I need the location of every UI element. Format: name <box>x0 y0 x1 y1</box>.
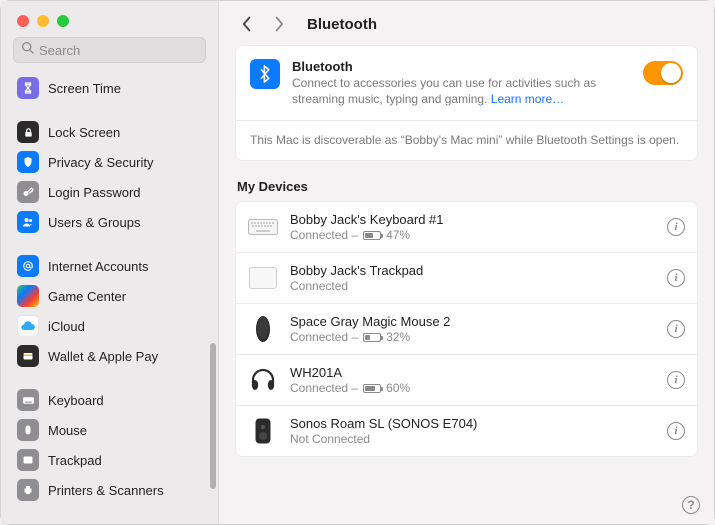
device-name: WH201A <box>290 365 655 380</box>
lock-icon <box>17 121 39 143</box>
hourglass-icon <box>17 77 39 99</box>
battery-icon <box>363 333 381 342</box>
hand-icon <box>17 151 39 173</box>
sidebar-item-label: Wallet & Apple Pay <box>48 349 158 364</box>
sidebar-item-icloud[interactable]: iCloud <box>11 311 208 341</box>
wallet-icon <box>17 345 39 367</box>
fullscreen-window-button[interactable] <box>57 15 69 27</box>
sidebar-item-label: Mouse <box>48 423 87 438</box>
device-name: Bobby Jack's Trackpad <box>290 263 655 278</box>
search-input[interactable] <box>39 43 198 58</box>
sidebar-item-privacy-security[interactable]: Privacy & Security <box>11 147 208 177</box>
sidebar-item-internet-accounts[interactable]: Internet Accounts <box>11 251 208 281</box>
minimize-window-button[interactable] <box>37 15 49 27</box>
close-window-button[interactable] <box>17 15 29 27</box>
sidebar-item-mouse[interactable]: Mouse <box>11 415 208 445</box>
sidebar-scrollbar[interactable] <box>210 343 216 489</box>
bluetooth-panel: Bluetooth Connect to accessories you can… <box>235 45 698 161</box>
sidebar-list[interactable]: Screen Time Lock Screen Privacy & Securi… <box>1 71 218 524</box>
help-button[interactable]: ? <box>682 496 700 514</box>
device-row[interactable]: Sonos Roam SL (SONOS E704) Not Connected… <box>236 406 697 456</box>
headphones-device-icon <box>248 365 278 395</box>
sidebar-item-trackpad[interactable]: Trackpad <box>11 445 208 475</box>
main-content: Bluetooth Bluetooth Connect to accessori… <box>219 1 714 524</box>
sidebar-item-users-groups[interactable]: Users & Groups <box>11 207 208 237</box>
sidebar-item-game-center[interactable]: Game Center <box>11 281 208 311</box>
speaker-device-icon <box>248 416 278 446</box>
sidebar-item-label: iCloud <box>48 319 85 334</box>
battery-icon <box>363 231 381 240</box>
window-controls <box>1 1 218 37</box>
sidebar-item-login-password[interactable]: Login Password <box>11 177 208 207</box>
at-icon <box>17 255 39 277</box>
sidebar-item-label: Printers & Scanners <box>48 483 164 498</box>
device-name: Space Gray Magic Mouse 2 <box>290 314 655 329</box>
device-info-button[interactable]: i <box>667 371 685 389</box>
device-status: Connected – 47% <box>290 228 655 242</box>
device-info-button[interactable]: i <box>667 218 685 236</box>
bluetooth-title: Bluetooth <box>292 59 631 74</box>
people-icon <box>17 211 39 233</box>
sidebar-item-label: Keyboard <box>48 393 104 408</box>
sidebar-item-label: Login Password <box>48 185 141 200</box>
sidebar-item-lock-screen[interactable]: Lock Screen <box>11 117 208 147</box>
device-status: Connected <box>290 279 655 293</box>
key-icon <box>17 181 39 203</box>
device-row[interactable]: Bobby Jack's Keyboard #1 Connected – 47%… <box>236 202 697 253</box>
battery-icon <box>363 384 381 393</box>
sidebar: Screen Time Lock Screen Privacy & Securi… <box>1 1 219 524</box>
device-info-button[interactable]: i <box>667 422 685 440</box>
bluetooth-toggle[interactable] <box>643 61 683 85</box>
header-bar: Bluetooth <box>219 1 714 45</box>
mouse-icon <box>17 419 39 441</box>
search-icon <box>21 41 34 59</box>
device-row[interactable]: WH201A Connected – 60% i <box>236 355 697 406</box>
device-info-button[interactable]: i <box>667 320 685 338</box>
cloud-icon <box>17 315 39 337</box>
discoverable-text: This Mac is discoverable as “Bobby's Mac… <box>236 120 697 160</box>
sidebar-item-label: Users & Groups <box>48 215 140 230</box>
bluetooth-icon <box>250 59 280 89</box>
device-name: Sonos Roam SL (SONOS E704) <box>290 416 655 431</box>
keyboard-icon <box>17 389 39 411</box>
my-devices-heading: My Devices <box>237 179 696 194</box>
device-status: Connected – 60% <box>290 381 655 395</box>
sidebar-item-screen-time[interactable]: Screen Time <box>11 73 208 103</box>
device-row[interactable]: Bobby Jack's Trackpad Connected i <box>236 253 697 304</box>
nav-forward-button[interactable] <box>269 13 289 35</box>
learn-more-link[interactable]: Learn more… <box>491 92 564 106</box>
nav-back-button[interactable] <box>237 13 257 35</box>
sidebar-item-label: Internet Accounts <box>48 259 148 274</box>
keyboard-device-icon <box>248 212 278 242</box>
device-row[interactable]: Space Gray Magic Mouse 2 Connected – 32%… <box>236 304 697 355</box>
sidebar-item-label: Privacy & Security <box>48 155 153 170</box>
device-name: Bobby Jack's Keyboard #1 <box>290 212 655 227</box>
sidebar-item-label: Game Center <box>48 289 126 304</box>
devices-list: Bobby Jack's Keyboard #1 Connected – 47%… <box>235 201 698 457</box>
trackpad-device-icon <box>248 263 278 293</box>
trackpad-icon <box>17 449 39 471</box>
sidebar-item-wallet-apple-pay[interactable]: Wallet & Apple Pay <box>11 341 208 371</box>
device-info-button[interactable]: i <box>667 269 685 287</box>
gamecenter-icon <box>17 285 39 307</box>
sidebar-item-label: Screen Time <box>48 81 121 96</box>
printer-icon <box>17 479 39 501</box>
device-status: Connected – 32% <box>290 330 655 344</box>
page-title: Bluetooth <box>307 16 377 33</box>
mouse-device-icon <box>248 314 278 344</box>
sidebar-item-label: Lock Screen <box>48 125 120 140</box>
sidebar-item-label: Trackpad <box>48 453 102 468</box>
sidebar-item-keyboard[interactable]: Keyboard <box>11 385 208 415</box>
search-field-wrap[interactable] <box>13 37 206 63</box>
device-status: Not Connected <box>290 432 655 446</box>
sidebar-item-printers-scanners[interactable]: Printers & Scanners <box>11 475 208 505</box>
bluetooth-description: Connect to accessories you can use for a… <box>292 75 631 107</box>
